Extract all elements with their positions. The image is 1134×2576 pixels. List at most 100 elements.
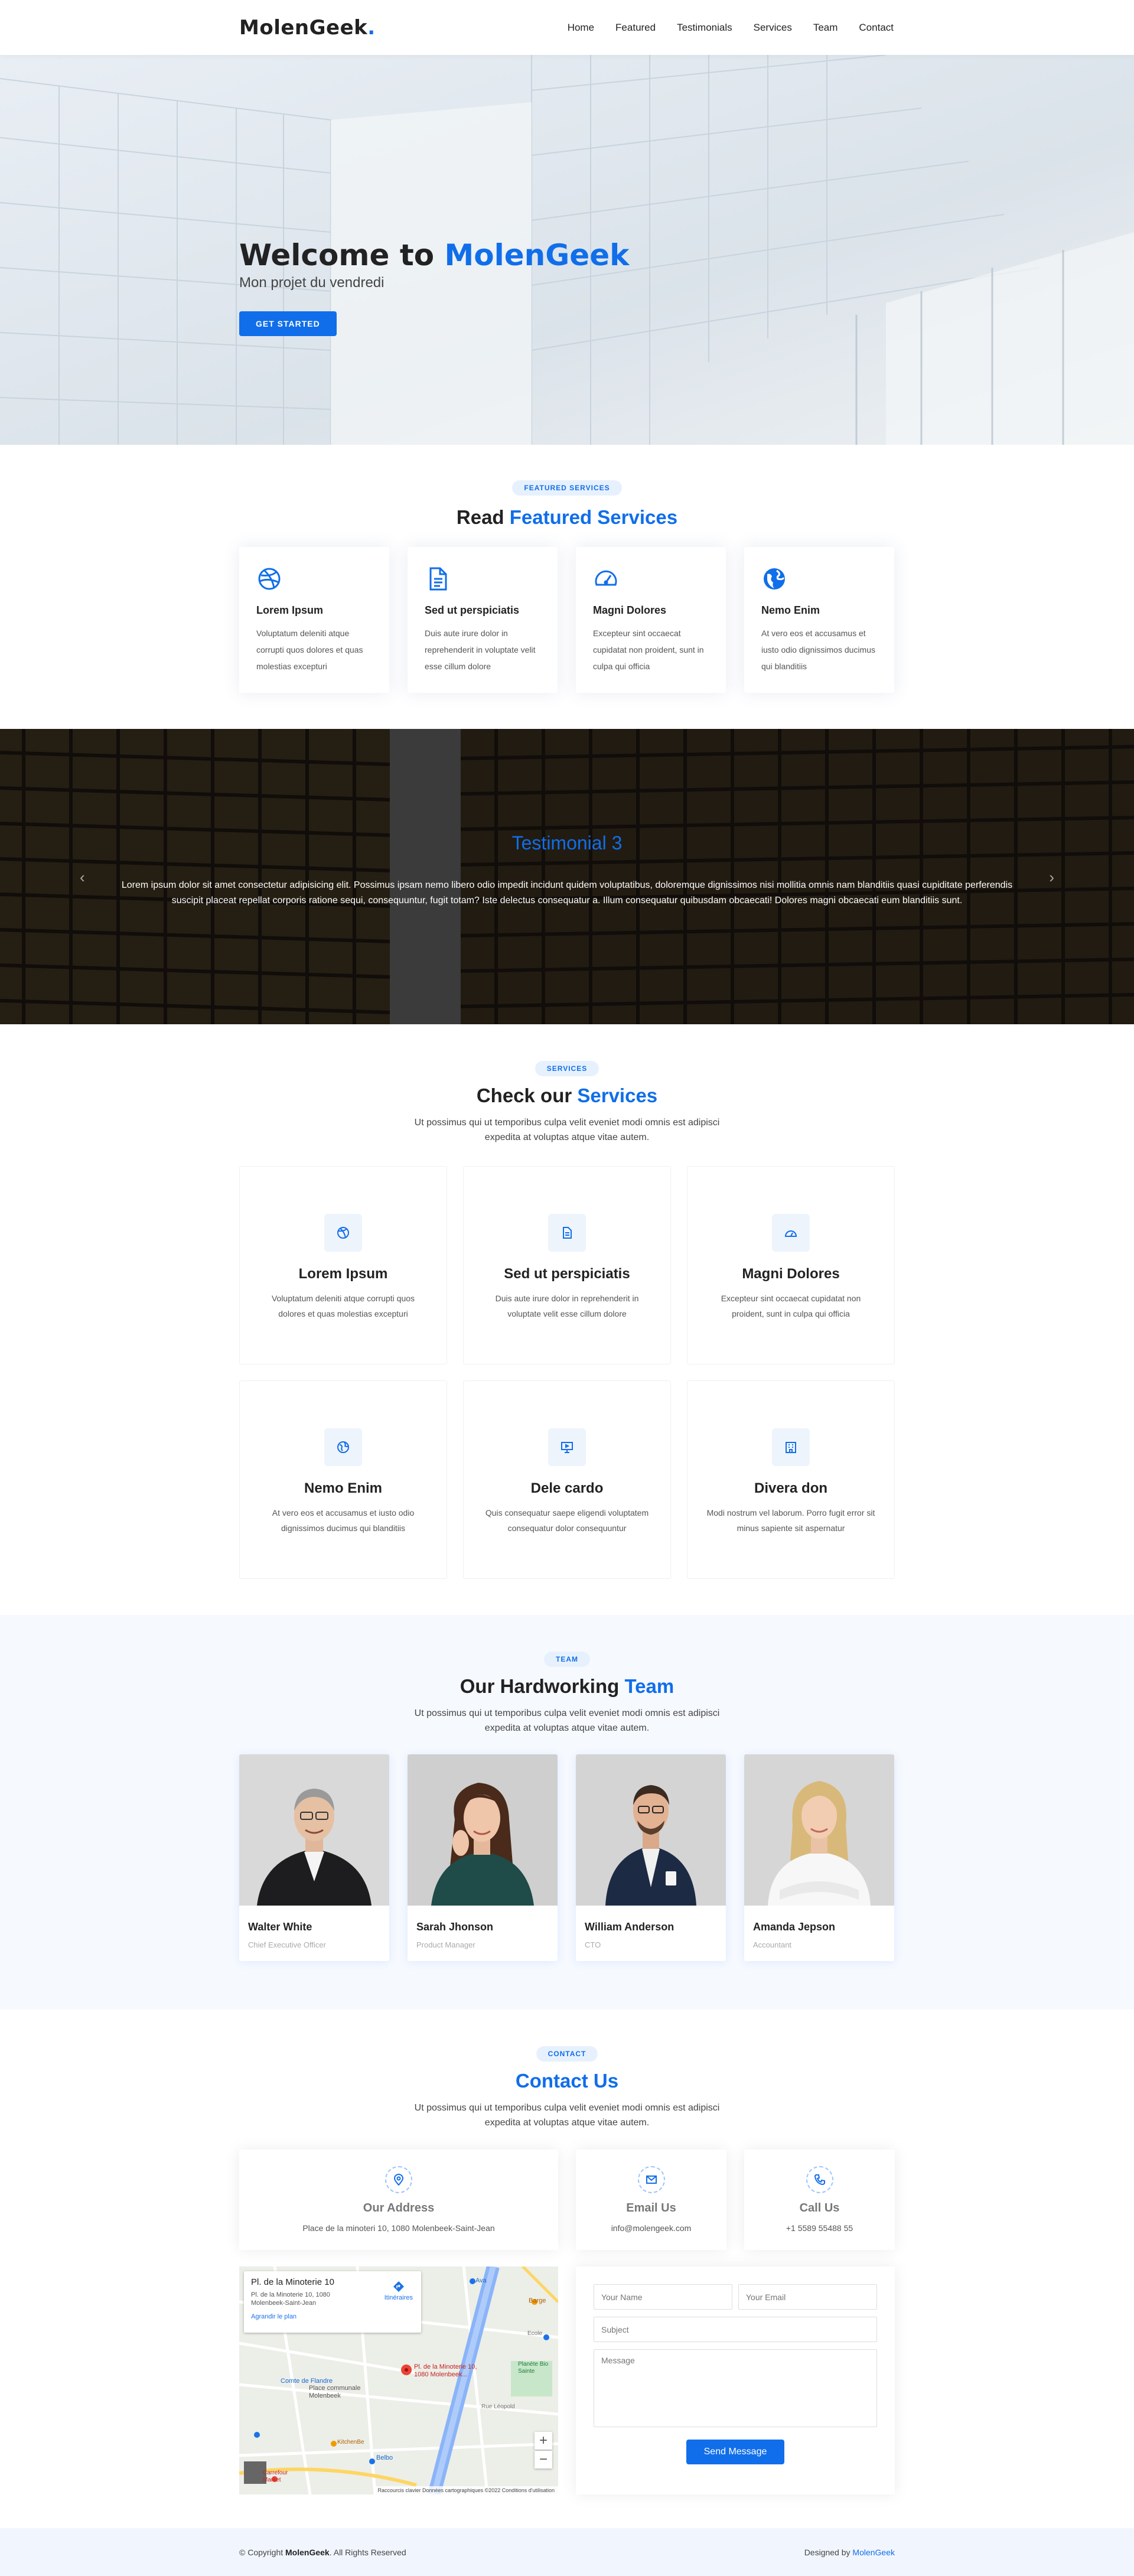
email-box: Email Us info@molengeek.com: [576, 2150, 726, 2250]
address-value: Place de la minoteri 10, 1080 Molenbeek-…: [302, 2223, 495, 2233]
main-nav: Home Featured Testimonials Services Team…: [557, 22, 895, 34]
google-map[interactable]: Pl. de la Minoterie 10, 1080 Molenbeek..…: [239, 2266, 558, 2494]
service-card-title: Magni Dolores: [742, 1266, 840, 1282]
team-member-card[interactable]: Amanda Jepson Accountant: [744, 1754, 894, 1961]
team-member-name: Sarah Jhonson: [416, 1921, 494, 1933]
designed-by-prefix: Designed by: [804, 2547, 850, 2557]
featured-card[interactable]: Lorem Ipsum Voluptatum deleniti atque co…: [239, 547, 389, 693]
map-directions[interactable]: Itinéraires: [384, 2281, 413, 2301]
logo-dot: .: [367, 15, 376, 40]
email-value[interactable]: info@molengeek.com: [576, 2223, 726, 2233]
team-title: Our Hardworking Team: [0, 1675, 1134, 1698]
featured-card[interactable]: Nemo Enim At vero eos et accusamus et iu…: [744, 547, 894, 693]
hero-title: Welcome to MolenGeek: [239, 238, 629, 272]
team-title-prefix: Our Hardworking: [460, 1675, 620, 1697]
team-member-role: Product Manager: [416, 1940, 475, 1949]
team-member-card[interactable]: Walter White Chief Executive Officer: [239, 1754, 389, 1961]
map-place-address: Pl. de la Minoterie 10, 1080 Molenbeek-S…: [251, 2291, 330, 2307]
globe-icon: [337, 1441, 349, 1453]
featured-title: Read Featured Services: [0, 506, 1134, 529]
service-card-title: Divera don: [754, 1480, 828, 1496]
featured-card-text: Excepteur sint occaecat cupidatat non pr…: [593, 628, 704, 671]
nav-home[interactable]: Home: [557, 22, 605, 34]
service-card[interactable]: Divera don Modi nostrum vel laborum. Por…: [687, 1380, 895, 1579]
service-card-text: Excepteur sint occaecat cupidatat non pr…: [721, 1294, 861, 1318]
service-card[interactable]: Magni Dolores Excepteur sint occaecat cu…: [687, 1166, 895, 1364]
nav-featured[interactable]: Featured: [605, 22, 666, 34]
testimonials-section: ‹ › Testimonial 3 Lorem ipsum dolor sit …: [0, 729, 1134, 1024]
featured-card-title: Nemo Enim: [761, 604, 820, 616]
designed-by: Designed by MolenGeek: [804, 2548, 895, 2557]
avatar: [576, 1754, 726, 1906]
services-title: Check our Services: [0, 1085, 1134, 1107]
nav-testimonials[interactable]: Testimonials: [666, 22, 743, 34]
contact-info-row: Our Address Place de la minoteri 10, 108…: [239, 2150, 895, 2250]
service-card[interactable]: Nemo Enim At vero eos et accusamus et iu…: [239, 1380, 447, 1579]
zoom-in-button[interactable]: +: [535, 2432, 552, 2450]
map-label-barge: Barge: [529, 2297, 546, 2304]
zoom-out-button[interactable]: −: [535, 2451, 552, 2468]
contact-badge: CONTACT: [536, 2046, 598, 2062]
document-icon: [429, 567, 447, 591]
map-info-card: Pl. de la Minoterie 10 Pl. de la Minoter…: [244, 2271, 421, 2333]
subject-input[interactable]: [594, 2317, 877, 2342]
featured-card-text: Duis aute irure dolor in reprehenderit i…: [425, 628, 536, 671]
team-member-card[interactable]: William Anderson CTO: [576, 1754, 726, 1961]
map-enlarge-link[interactable]: Agrandir le plan: [251, 2313, 414, 2320]
services-title-highlight: Services: [577, 1085, 658, 1106]
featured-badge: FEATURED SERVICES: [512, 480, 622, 496]
service-card-title: Lorem Ipsum: [298, 1266, 388, 1282]
featured-card[interactable]: Magni Dolores Excepteur sint occaecat cu…: [576, 547, 726, 693]
contact-section: CONTACT Contact Us Ut possimus qui ut te…: [0, 2010, 1134, 2528]
address-title: Our Address: [363, 2202, 435, 2214]
featured-card[interactable]: Sed ut perspiciatis Duis aute irure dolo…: [408, 547, 558, 693]
contact-heading: CONTACT Contact Us Ut possimus qui ut te…: [0, 2046, 1134, 2130]
team-intro: Ut possimus qui ut temporibus culpa veli…: [414, 1708, 720, 1733]
get-started-button[interactable]: GET STARTED: [239, 311, 337, 336]
nav-team[interactable]: Team: [803, 22, 849, 34]
service-card-title: Dele cardo: [530, 1480, 604, 1496]
logo[interactable]: MolenGeek.: [239, 16, 376, 40]
contact-title: Contact Us: [515, 2070, 619, 2092]
team-member-role: CTO: [585, 1940, 601, 1949]
testimonial-content: Testimonial 3 Lorem ipsum dolor sit amet…: [0, 832, 1134, 908]
team-member-name: Amanda Jepson: [753, 1921, 836, 1933]
team-member-name: William Anderson: [585, 1921, 674, 1933]
service-card[interactable]: Sed ut perspiciatis Duis aute irure dolo…: [463, 1166, 671, 1364]
service-card[interactable]: Dele cardo Quis consequatur saepe eligen…: [463, 1380, 671, 1579]
email-title: Email Us: [626, 2202, 676, 2214]
send-message-button[interactable]: Send Message: [686, 2440, 785, 2464]
copyright-suffix: . All Rights Reserved: [329, 2547, 406, 2557]
featured-card-text: At vero eos et accusamus et iusto odio d…: [761, 628, 875, 671]
map-label-place: Place communale Molenbeek: [309, 2385, 361, 2399]
designed-by-link[interactable]: MolenGeek: [852, 2548, 895, 2557]
service-card-title: Sed ut perspiciatis: [504, 1266, 630, 1282]
nav-services[interactable]: Services: [743, 22, 803, 34]
map-label-ava: Ava: [475, 2277, 487, 2284]
message-textarea[interactable]: [594, 2349, 877, 2427]
team-member-name: Walter White: [248, 1921, 312, 1933]
phone-box: Call Us +1 5589 55488 55: [744, 2150, 895, 2250]
hero-content: Welcome to MolenGeek Mon projet du vendr…: [239, 238, 629, 336]
service-card[interactable]: Lorem Ipsum Voluptatum deleniti atque co…: [239, 1166, 447, 1364]
phone-value[interactable]: +1 5589 55488 55: [744, 2223, 895, 2233]
services-title-prefix: Check our: [476, 1085, 572, 1106]
nav-contact[interactable]: Contact: [848, 22, 895, 34]
services-grid: Lorem Ipsum Voluptatum deleniti atque co…: [239, 1166, 895, 1579]
featured-section: FEATURED SERVICES Read Featured Services…: [0, 445, 1134, 729]
map-label-belbo: Belbo: [376, 2454, 393, 2461]
hero-subtitle: Mon projet du vendredi: [239, 275, 384, 291]
featured-title-highlight: Featured Services: [509, 506, 678, 528]
copyright-brand: MolenGeek: [285, 2547, 330, 2557]
email-input[interactable]: [738, 2284, 877, 2310]
file-icon: [563, 1227, 572, 1239]
team-member-card[interactable]: Sarah Jhonson Product Manager: [408, 1754, 558, 1961]
services-badge: SERVICES: [535, 1061, 599, 1076]
contact-form: Send Message: [576, 2266, 895, 2494]
site-header: MolenGeek. Home Featured Testimonials Se…: [0, 0, 1134, 55]
name-input[interactable]: [594, 2284, 732, 2310]
map-credits: Raccourcis clavier Données cartographiqu…: [374, 2486, 558, 2494]
services-heading: SERVICES Check our Services Ut possimus …: [0, 1061, 1134, 1145]
slideshow-icon: [561, 1442, 573, 1453]
team-section: TEAM Our Hardworking Team Ut possimus qu…: [0, 1615, 1134, 2010]
